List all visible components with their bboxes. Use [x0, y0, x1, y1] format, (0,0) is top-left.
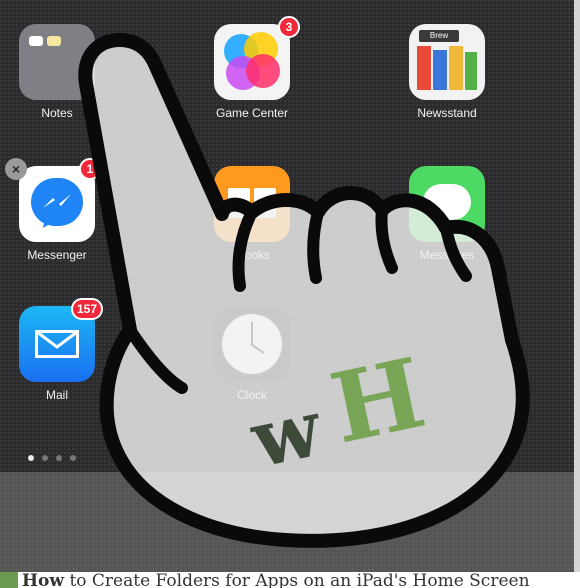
app-clock[interactable]: Clock	[192, 306, 312, 402]
page-indicator[interactable]	[28, 455, 76, 461]
app-mail[interactable]: Mail 157	[0, 298, 117, 402]
app-label: Notes	[41, 106, 73, 120]
caption-lead: How	[22, 572, 65, 588]
notification-badge: 1	[79, 158, 101, 180]
page-dot	[42, 455, 48, 461]
notification-badge: 157	[71, 298, 104, 320]
app-label: Mail	[45, 388, 68, 402]
newsstand-sign: Brew	[419, 30, 459, 42]
app-game-center[interactable]: Game Center 3	[192, 16, 312, 120]
app-messages[interactable]: Messages	[387, 166, 507, 262]
app-label: Newsstand	[417, 106, 477, 120]
app-ibooks[interactable]: iBooks	[192, 166, 312, 262]
caption-bar: How to Create Folders for Apps on an iPa…	[0, 572, 580, 588]
caption-rest: to Create Folders for Apps on an iPad's …	[64, 572, 530, 588]
ibooks-icon	[214, 166, 290, 242]
notification-badge: 3	[278, 16, 300, 38]
app-newsstand[interactable]: Brew Newsstand	[387, 24, 507, 120]
app-label: Game Center	[215, 106, 289, 120]
notes-icon	[19, 24, 95, 100]
page-dot	[28, 455, 34, 461]
clock-icon	[214, 306, 290, 382]
game-center-icon	[214, 24, 290, 100]
app-label: Messenger	[27, 248, 87, 262]
page-dot	[56, 455, 62, 461]
delete-app-button[interactable]: ×	[5, 158, 27, 180]
app-label: Clock	[236, 388, 267, 402]
messages-icon	[409, 166, 485, 242]
app-label: iBooks	[233, 248, 271, 262]
home-screen: Notes Game Center 3 Brew Newsstand Messe…	[0, 0, 574, 572]
app-notes[interactable]: Notes	[0, 24, 117, 120]
dock	[0, 472, 574, 572]
newsstand-icon: Brew	[409, 24, 485, 100]
caption-title: How to Create Folders for Apps on an iPa…	[22, 572, 530, 588]
app-messenger[interactable]: Messenger × 1	[0, 158, 117, 262]
page-dot	[70, 455, 76, 461]
image-border	[574, 0, 580, 572]
app-label: Messages	[419, 248, 475, 262]
wikihow-logo	[0, 572, 18, 588]
